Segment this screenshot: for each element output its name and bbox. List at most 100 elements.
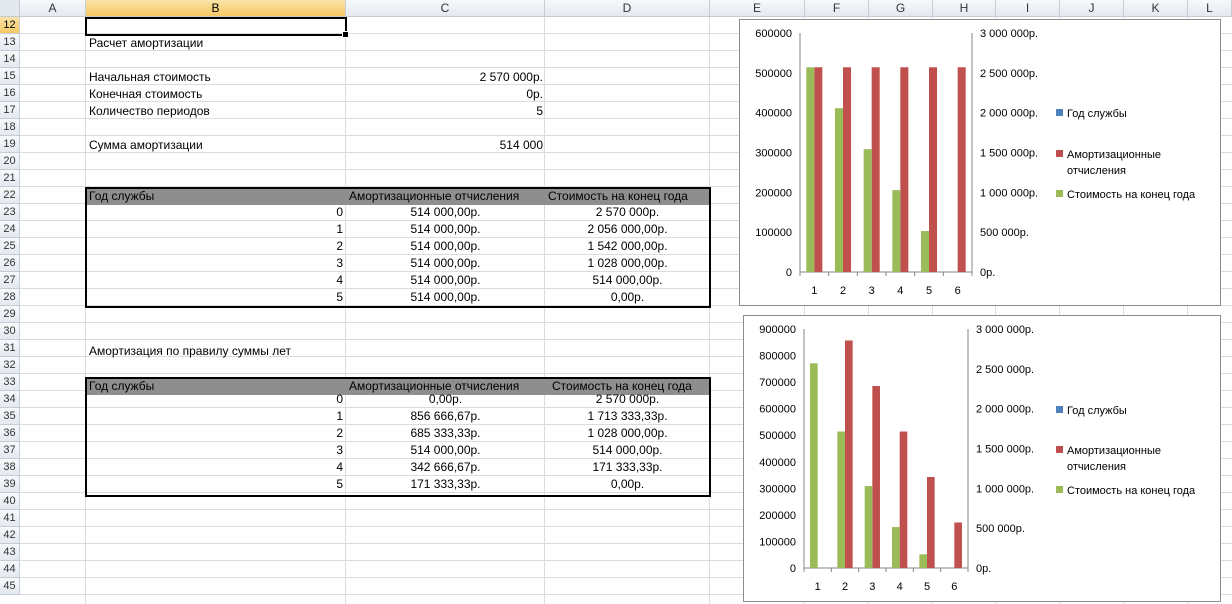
bar-amort xyxy=(845,340,853,568)
row-header-18[interactable]: 18 xyxy=(0,119,20,136)
legend-label-amort: Амортизационные xyxy=(1067,445,1161,457)
bar-cost xyxy=(834,108,843,273)
final-cost-label[interactable]: Конечная стоимость xyxy=(89,86,202,103)
column-header-c[interactable]: C xyxy=(346,0,545,17)
row-header-42[interactable]: 42 xyxy=(0,527,20,544)
legend-label-cost: Стоимость на конец года xyxy=(1067,189,1196,201)
y-tick-label: 100000 xyxy=(755,227,792,239)
bar-cost xyxy=(810,363,818,568)
row-header-30[interactable]: 30 xyxy=(0,323,20,340)
legend-label-amort: Амортизационные xyxy=(1067,149,1161,161)
y-tick-label: 300000 xyxy=(755,148,792,160)
row-header-34[interactable]: 34 xyxy=(0,391,20,408)
y-tick-label: 400000 xyxy=(755,108,792,120)
row-header-44[interactable]: 44 xyxy=(0,561,20,578)
y2-tick-label: 2 500 000р. xyxy=(976,364,1034,376)
row-header-43[interactable]: 43 xyxy=(0,544,20,561)
initial-cost-value[interactable]: 2 570 000р. xyxy=(346,69,543,86)
x-tick-label: 5 xyxy=(924,581,930,593)
row-header-33[interactable]: 33 xyxy=(0,374,20,391)
chart-straight-line-depreciation[interactable]: 0 100000 200000 300000 400000 500000 600000 0р.… xyxy=(739,19,1221,306)
column-header-l[interactable]: L xyxy=(1188,0,1232,17)
y-tick-label: 100000 xyxy=(759,536,796,548)
y2-tick-label: 3 000 000р. xyxy=(976,324,1034,336)
row-header-13[interactable]: 13 xyxy=(0,34,20,51)
row-header-26[interactable]: 26 xyxy=(0,255,20,272)
y2-tick-label: 0р. xyxy=(980,267,995,279)
final-cost-value[interactable]: 0р. xyxy=(346,86,543,103)
y2-tick-label: 1 000 000р. xyxy=(976,483,1034,495)
row-header-36[interactable]: 36 xyxy=(0,425,20,442)
column-header-h[interactable]: H xyxy=(933,0,996,17)
row-header-37[interactable]: 37 xyxy=(0,442,20,459)
y-tick-label: 500000 xyxy=(759,430,796,442)
row-header-35[interactable]: 35 xyxy=(0,408,20,425)
row-header-19[interactable]: 19 xyxy=(0,136,20,153)
x-tick-label: 6 xyxy=(951,581,957,593)
table1-border xyxy=(85,187,711,308)
fill-handle[interactable] xyxy=(342,31,349,38)
row-header-28[interactable]: 28 xyxy=(0,289,20,306)
row-header-39[interactable]: 39 xyxy=(0,476,20,493)
amort-sum-label[interactable]: Сумма амортизации xyxy=(89,137,203,154)
y2-tick-label: 2 000 000р. xyxy=(976,404,1034,416)
column-header-i[interactable]: I xyxy=(996,0,1060,17)
x-tick-label: 4 xyxy=(897,581,903,593)
column-gridline xyxy=(85,17,86,604)
row-header-31[interactable]: 31 xyxy=(0,340,20,357)
row-header-12[interactable]: 12 xyxy=(0,17,20,34)
column-header-f[interactable]: F xyxy=(805,0,869,17)
row-header-27[interactable]: 27 xyxy=(0,272,20,289)
chart-sum-of-years-depreciation[interactable]: 0 100000 200000 300000 400000 500000 600000 700… xyxy=(743,315,1221,602)
bar-amort xyxy=(900,67,909,272)
column-header-a[interactable]: A xyxy=(20,0,86,17)
row-header-16[interactable]: 16 xyxy=(0,85,20,102)
bar-amort xyxy=(899,431,908,568)
section2-title[interactable]: Амортизация по правилу суммы лет xyxy=(89,343,291,360)
row-header-21[interactable]: 21 xyxy=(0,170,20,187)
y-tick-label: 0 xyxy=(786,267,792,279)
spreadsheet-grid[interactable]: ABCDEFGHIJKL 12 13 14 15 16 17 18 19 20 21 22 23 24 2… xyxy=(0,0,1232,604)
column-header-g[interactable]: G xyxy=(869,0,933,17)
row-header-45[interactable]: 45 xyxy=(0,578,20,595)
column-header-k[interactable]: K xyxy=(1124,0,1188,17)
x-tick-label: 1 xyxy=(811,285,817,297)
section1-title[interactable]: Расчет амортизации xyxy=(89,35,203,52)
legend-swatch-cost xyxy=(1056,486,1063,493)
row-header-32[interactable]: 32 xyxy=(0,357,20,374)
bar-cost xyxy=(892,527,900,568)
initial-cost-label[interactable]: Начальная стоимость xyxy=(89,69,211,86)
row-header-29[interactable]: 29 xyxy=(0,306,20,323)
periods-label[interactable]: Количество периодов xyxy=(89,103,210,120)
bar-cost xyxy=(863,149,872,272)
legend-swatch-year xyxy=(1056,109,1063,116)
column-header-e[interactable]: E xyxy=(710,0,805,17)
y2-tick-label: 1 500 000р. xyxy=(976,444,1034,456)
column-header-j[interactable]: J xyxy=(1060,0,1124,17)
amort-sum-value[interactable]: 514 000 xyxy=(346,137,543,154)
row-header-15[interactable]: 15 xyxy=(0,68,20,85)
periods-value[interactable]: 5 xyxy=(346,103,543,120)
row-header-20[interactable]: 20 xyxy=(0,153,20,170)
bar-amort xyxy=(871,67,880,272)
row-header-38[interactable]: 38 xyxy=(0,459,20,476)
row-header-41[interactable]: 41 xyxy=(0,510,20,527)
y-tick-label: 500000 xyxy=(755,68,792,80)
select-all-corner[interactable] xyxy=(0,0,20,17)
table2-border xyxy=(85,377,711,497)
column-header-b[interactable]: B xyxy=(86,0,346,17)
row-header-22[interactable]: 22 xyxy=(0,187,20,204)
row-header-40[interactable]: 40 xyxy=(0,493,20,510)
row-header-23[interactable]: 23 xyxy=(0,204,20,221)
row-header-17[interactable]: 17 xyxy=(0,102,20,119)
row-header-25[interactable]: 25 xyxy=(0,238,20,255)
y2-tick-label: 3 000 000р. xyxy=(980,28,1038,40)
y-tick-label: 900000 xyxy=(759,324,796,336)
legend-label-amort: отчисления xyxy=(1067,165,1126,177)
active-cell-cursor[interactable] xyxy=(85,17,349,38)
row-header-14[interactable]: 14 xyxy=(0,51,20,68)
column-header-d[interactable]: D xyxy=(545,0,710,17)
bar-cost xyxy=(920,231,929,272)
row-header-24[interactable]: 24 xyxy=(0,221,20,238)
x-tick-label: 2 xyxy=(842,581,848,593)
